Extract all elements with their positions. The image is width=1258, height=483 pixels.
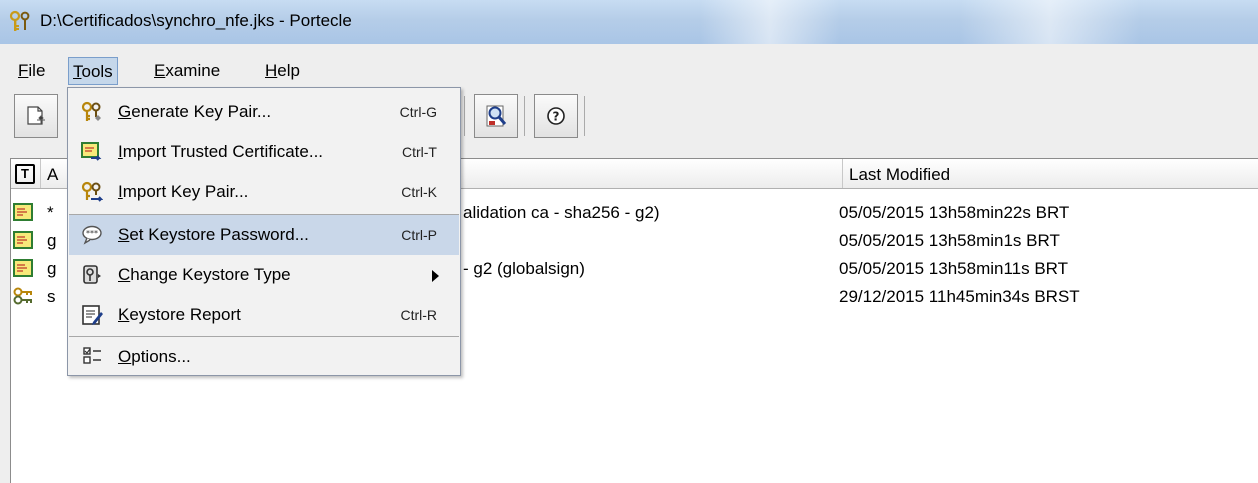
menu-label-rest: hange Keystore Type xyxy=(130,265,291,284)
menu-shortcut: Ctrl-K xyxy=(401,184,437,200)
menu-tools-label: ools xyxy=(81,62,113,81)
last-modified-cell: 29/12/2015 11h45min34s BRST xyxy=(839,287,1080,306)
trusted-certificate-icon xyxy=(13,203,33,221)
toolbar-separator xyxy=(584,96,585,136)
menu-label-rest: mport Trusted Certificate... xyxy=(122,142,324,161)
title-bar[interactable]: D:\Certificados\synchro_nfe.jks - Portec… xyxy=(0,0,1258,44)
menu-examine-label: xamine xyxy=(165,61,221,80)
last-modified-cell: 05/05/2015 13h58min22s BRT xyxy=(839,203,1070,222)
svg-text:?: ? xyxy=(553,110,560,124)
menu-help-label: elp xyxy=(277,61,300,80)
titlebar-glow xyxy=(700,0,840,44)
key-pair-icon xyxy=(13,287,33,305)
menu-shortcut: Ctrl-P xyxy=(401,227,437,243)
last-modified-cell: 05/05/2015 13h58min11s BRT xyxy=(839,259,1069,278)
menu-item-label: Keystore Report xyxy=(118,295,241,335)
menu-label-rest: et Keystore Password... xyxy=(129,225,309,244)
alias-cell: g xyxy=(47,231,57,250)
menu-mnemonic: O xyxy=(118,347,132,366)
alias-cell: g xyxy=(47,259,57,278)
svg-text:***: *** xyxy=(86,229,98,238)
toolbar-separator xyxy=(464,96,465,136)
menu-bar: File Tools Examine Help xyxy=(0,55,1258,88)
window-title: D:\Certificados\synchro_nfe.jks - Portec… xyxy=(40,11,352,30)
menu-file-mnemonic: F xyxy=(18,61,29,80)
alias-cell-end: - g2 (globalsign) xyxy=(463,259,585,278)
menu-item-options[interactable]: Options... xyxy=(69,337,459,377)
menu-tools-mnemonic: T xyxy=(73,62,82,81)
set-keystore-password-icon: *** xyxy=(81,224,103,246)
menu-mnemonic: C xyxy=(118,265,131,284)
menu-label-rest: mport Key Pair... xyxy=(122,182,249,201)
change-keystore-type-icon xyxy=(81,264,103,286)
menu-help-mnemonic: H xyxy=(265,61,278,80)
menu-file[interactable]: File xyxy=(14,57,49,85)
type-column-icon: T xyxy=(15,164,35,184)
submenu-arrow-icon xyxy=(432,270,439,282)
trusted-certificate-icon xyxy=(13,231,33,249)
menu-shortcut: Ctrl-G xyxy=(399,104,437,120)
menu-help[interactable]: Help xyxy=(261,57,304,85)
menu-item-keystore-report[interactable]: Keystore Report Ctrl-R xyxy=(69,295,459,335)
menu-item-label: Options... xyxy=(118,337,191,377)
menu-item-change-keystore-type[interactable]: Change Keystore Type xyxy=(69,255,459,295)
portecle-app-icon xyxy=(8,10,34,34)
help-icon: ? xyxy=(546,106,566,131)
menu-shortcut: Ctrl-T xyxy=(402,144,437,160)
menu-file-label: ile xyxy=(28,61,46,80)
menu-label-rest: eystore Report xyxy=(129,305,241,324)
examine-certificate-button[interactable] xyxy=(474,94,518,138)
alias-cell: * xyxy=(47,203,54,222)
menu-shortcut: Ctrl-R xyxy=(400,307,437,323)
alias-cell-end: alidation ca - sha256 - g2) xyxy=(463,203,660,222)
menu-item-label: Change Keystore Type xyxy=(118,255,291,295)
import-trusted-certificate-icon xyxy=(81,141,103,163)
menu-mnemonic: G xyxy=(118,102,132,121)
tools-menu-dropdown: Generate Key Pair... Ctrl-G Import Trust… xyxy=(67,87,461,376)
menu-label-rest: enerate Key Pair... xyxy=(131,102,272,121)
menu-item-import-trusted-certificate[interactable]: Import Trusted Certificate... Ctrl-T xyxy=(69,132,459,172)
menu-item-label: Generate Key Pair... xyxy=(118,92,271,132)
examine-certificate-icon xyxy=(484,103,510,134)
menu-item-label: Import Trusted Certificate... xyxy=(118,132,323,172)
column-type-header[interactable]: T xyxy=(11,159,41,188)
menu-item-set-keystore-password[interactable]: *** Set Keystore Password... Ctrl-P xyxy=(69,215,459,255)
menu-mnemonic: S xyxy=(118,225,130,244)
menu-examine-mnemonic: E xyxy=(154,61,166,80)
options-icon xyxy=(81,346,103,368)
new-keystore-button[interactable] xyxy=(14,94,58,138)
menu-item-label: Import Key Pair... xyxy=(118,172,248,212)
titlebar-glow xyxy=(960,0,1140,44)
column-last-modified-header[interactable]: Last Modified xyxy=(843,159,1258,188)
menu-mnemonic: K xyxy=(118,305,130,324)
menu-item-generate-key-pair[interactable]: Generate Key Pair... Ctrl-G xyxy=(69,92,459,132)
menu-label-rest: ptions... xyxy=(131,347,191,366)
menu-item-label: Set Keystore Password... xyxy=(118,215,309,255)
alias-cell: s xyxy=(47,287,56,306)
new-keystore-icon xyxy=(25,105,47,132)
toolbar-separator xyxy=(524,96,525,136)
last-modified-cell: 05/05/2015 13h58min1s BRT xyxy=(839,231,1060,250)
menu-tools[interactable]: Tools xyxy=(68,57,118,85)
menu-examine[interactable]: Examine xyxy=(150,57,224,85)
menu-item-import-key-pair[interactable]: Import Key Pair... Ctrl-K xyxy=(69,172,459,212)
trusted-certificate-icon xyxy=(13,259,33,277)
keystore-report-icon xyxy=(81,304,103,326)
help-button[interactable]: ? xyxy=(534,94,578,138)
import-key-pair-icon xyxy=(81,181,104,203)
generate-key-pair-icon xyxy=(81,101,103,123)
